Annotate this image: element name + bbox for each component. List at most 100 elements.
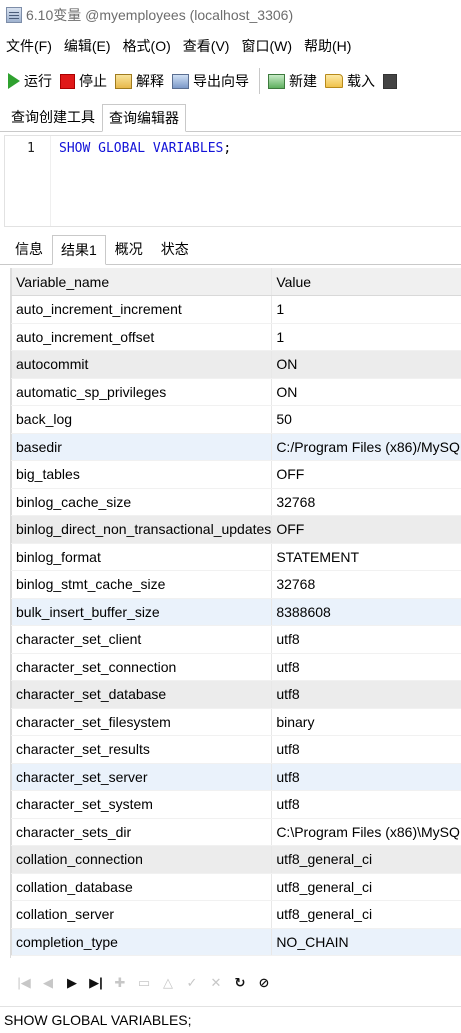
cell-variable-name[interactable]: character_sets_dir — [11, 818, 273, 846]
tab-profile[interactable]: 概况 — [106, 234, 152, 264]
table-row[interactable]: autocommit ON — [11, 350, 461, 379]
cell-value[interactable]: C:/Program Files (x86)/MySQL — [271, 433, 461, 461]
stop-button[interactable]: 停止 — [60, 71, 107, 91]
cell-value[interactable]: utf8_general_ci — [271, 845, 461, 874]
cell-variable-name[interactable]: character_set_client — [11, 625, 273, 654]
row-indicator-cell[interactable] — [11, 763, 12, 791]
sql-editor[interactable]: 1 SHOW GLOBAL VARIABLES; — [4, 135, 461, 227]
row-indicator-cell[interactable] — [11, 543, 12, 571]
row-indicator-cell[interactable] — [11, 625, 12, 654]
row-indicator-cell[interactable] — [11, 928, 12, 956]
cell-variable-name[interactable]: collation_connection — [11, 845, 273, 874]
table-row[interactable]: character_set_client utf8 — [11, 625, 461, 654]
table-row[interactable]: character_set_connection utf8 — [11, 653, 461, 681]
insert-record-icon[interactable]: ✚ — [108, 971, 132, 995]
cell-variable-name[interactable]: character_set_system — [11, 790, 273, 819]
cell-variable-name[interactable]: collation_database — [11, 873, 273, 901]
cell-value[interactable]: 50 — [271, 405, 461, 434]
table-row[interactable]: collation_database utf8_general_ci — [11, 873, 461, 901]
table-row[interactable]: completion_type NO_CHAIN — [11, 928, 461, 956]
refresh-icon[interactable]: ↻ — [228, 971, 252, 995]
menu-file[interactable]: 文件(F) — [6, 36, 52, 56]
cell-value[interactable]: 32768 — [271, 488, 461, 516]
apply-icon[interactable]: ✓ — [180, 971, 204, 995]
row-indicator-cell[interactable] — [11, 735, 12, 764]
edit-record-icon[interactable]: △ — [156, 971, 180, 995]
tab-query-builder[interactable]: 查询创建工具 — [4, 103, 102, 131]
tab-query-editor[interactable]: 查询编辑器 — [102, 104, 186, 132]
table-row[interactable]: back_log 50 — [11, 405, 461, 434]
result-grid[interactable]: Variable_name Value auto_increment_incre… — [10, 268, 461, 958]
table-row[interactable]: automatic_sp_privileges ON — [11, 378, 461, 406]
table-row[interactable]: character_set_filesystem binary — [11, 708, 461, 736]
cell-value[interactable]: utf8_general_ci — [271, 900, 461, 929]
column-header-value[interactable]: Value — [271, 268, 461, 296]
cell-value[interactable]: 32768 — [271, 570, 461, 599]
cell-value[interactable]: NO_CHAIN — [271, 928, 461, 956]
table-row[interactable]: basedir C:/Program Files (x86)/MySQL — [11, 433, 461, 461]
row-indicator-cell[interactable] — [11, 845, 12, 874]
table-row[interactable]: binlog_stmt_cache_size 32768 — [11, 570, 461, 599]
cell-variable-name[interactable]: character_set_server — [11, 763, 273, 791]
cell-variable-name[interactable]: binlog_cache_size — [11, 488, 273, 516]
cell-variable-name[interactable]: auto_increment_increment — [11, 295, 273, 324]
cell-value[interactable]: 1 — [271, 323, 461, 351]
row-indicator-cell[interactable] — [11, 405, 12, 434]
new-button[interactable]: 新建 — [268, 71, 317, 91]
stop-icon[interactable]: ⊘ — [252, 971, 276, 995]
row-indicator-cell[interactable] — [11, 570, 12, 599]
row-indicator-cell[interactable] — [11, 433, 12, 461]
first-record-icon[interactable]: |◀ — [12, 971, 36, 995]
cell-variable-name[interactable]: binlog_direct_non_transactional_updates — [11, 515, 273, 544]
next-record-icon[interactable]: ▶ — [60, 971, 84, 995]
table-row[interactable]: collation_server utf8_general_ci — [11, 900, 461, 929]
delete-record-icon[interactable]: ▭ — [132, 971, 156, 995]
table-row[interactable]: character_set_results utf8 — [11, 735, 461, 764]
row-indicator-cell[interactable] — [11, 378, 12, 406]
tab-info[interactable]: 信息 — [6, 234, 52, 264]
cell-value[interactable]: utf8 — [271, 680, 461, 709]
cell-variable-name[interactable]: autocommit — [11, 350, 273, 379]
cell-variable-name[interactable]: character_set_filesystem — [11, 708, 273, 736]
cell-variable-name[interactable]: bulk_insert_buffer_size — [11, 598, 273, 626]
cell-variable-name[interactable]: big_tables — [11, 460, 273, 489]
cell-value[interactable]: OFF — [271, 460, 461, 489]
prev-record-icon[interactable]: ◀ — [36, 971, 60, 995]
menu-window[interactable]: 窗口(W) — [241, 36, 292, 56]
table-row[interactable]: auto_increment_increment 1 — [11, 295, 461, 324]
row-indicator-cell[interactable] — [11, 818, 12, 846]
row-indicator-cell[interactable] — [11, 350, 12, 379]
cell-variable-name[interactable]: collation_server — [11, 900, 273, 929]
row-indicator-cell[interactable] — [11, 323, 12, 351]
row-indicator-cell[interactable] — [11, 653, 12, 681]
table-row[interactable]: binlog_direct_non_transactional_updates O… — [11, 515, 461, 544]
cell-value[interactable]: utf8 — [271, 625, 461, 654]
cell-variable-name[interactable]: back_log — [11, 405, 273, 434]
row-indicator-cell[interactable] — [11, 295, 12, 324]
cell-variable-name[interactable]: character_set_connection — [11, 653, 273, 681]
cell-value[interactable]: utf8 — [271, 735, 461, 764]
cell-variable-name[interactable]: binlog_format — [11, 543, 273, 571]
menu-edit[interactable]: 编辑(E) — [64, 36, 111, 56]
last-record-icon[interactable]: ▶| — [84, 971, 108, 995]
cell-value[interactable]: binary — [271, 708, 461, 736]
run-button[interactable]: 运行 — [8, 71, 52, 91]
row-indicator-cell[interactable] — [11, 460, 12, 489]
cell-value[interactable]: ON — [271, 378, 461, 406]
row-indicator-cell[interactable] — [11, 488, 12, 516]
table-row[interactable]: character_sets_dir C:\Program Files (x86)… — [11, 818, 461, 846]
cell-value[interactable]: utf8 — [271, 790, 461, 819]
row-indicator-cell[interactable] — [11, 873, 12, 901]
row-indicator-cell[interactable] — [11, 708, 12, 736]
menu-help[interactable]: 帮助(H) — [304, 36, 351, 56]
column-header-variable-name[interactable]: Variable_name — [11, 268, 273, 296]
save-button[interactable] — [383, 73, 401, 89]
cell-variable-name[interactable]: auto_increment_offset — [11, 323, 273, 351]
menu-format[interactable]: 格式(O) — [123, 36, 171, 56]
table-row[interactable]: binlog_format STATEMENT — [11, 543, 461, 571]
explain-button[interactable]: 解释 — [115, 71, 164, 91]
cell-value[interactable]: utf8 — [271, 653, 461, 681]
menu-view[interactable]: 查看(V) — [183, 36, 230, 56]
cell-variable-name[interactable]: character_set_database — [11, 680, 273, 709]
export-wizard-button[interactable]: 导出向导 — [172, 71, 249, 91]
